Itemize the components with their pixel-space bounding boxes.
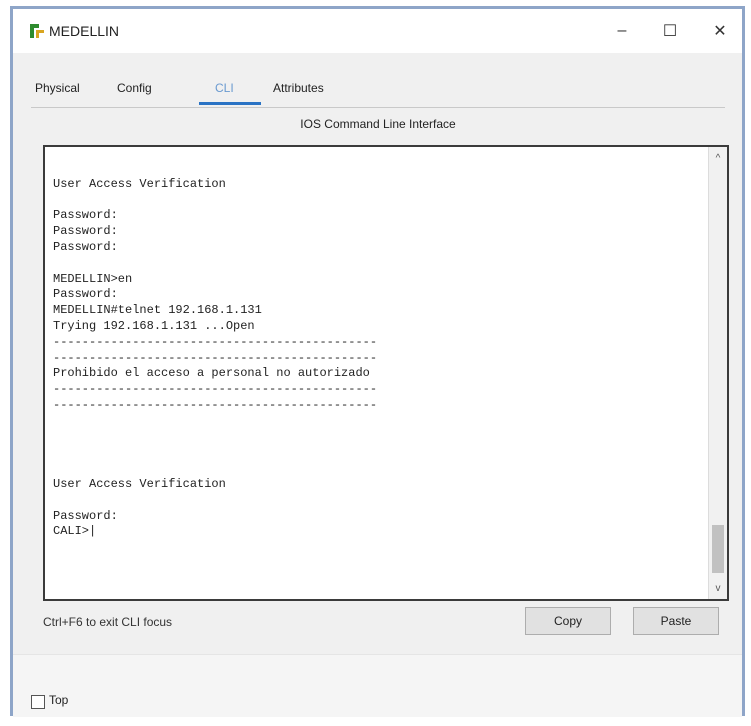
active-tab-indicator bbox=[199, 102, 261, 105]
top-checkbox[interactable] bbox=[31, 695, 45, 709]
terminal-line: User Access Verification bbox=[53, 176, 226, 191]
top-label: Top bbox=[49, 693, 69, 707]
tab-cli[interactable]: CLI bbox=[215, 81, 234, 95]
terminal-line: ----------------------------------------… bbox=[53, 350, 378, 365]
terminal-line: User Access Verification bbox=[53, 476, 226, 491]
paste-button[interactable]: Paste bbox=[633, 607, 719, 635]
cli-header: IOS Command Line Interface bbox=[300, 117, 456, 131]
device-window: MEDELLIN – ☐ ✕ Physical Config CLI Attri… bbox=[10, 6, 745, 717]
packet-tracer-router-icon bbox=[27, 21, 47, 41]
terminal-line: Trying 192.168.1.131 ...Open bbox=[53, 318, 255, 333]
tab-physical[interactable]: Physical bbox=[35, 81, 80, 95]
terminal-line: MEDELLIN#telnet 192.168.1.131 bbox=[53, 303, 262, 318]
tab-config[interactable]: Config bbox=[117, 81, 152, 95]
cli-focus-hint: Ctrl+F6 to exit CLI focus bbox=[43, 615, 173, 629]
terminal-line: MEDELLIN>en bbox=[53, 271, 133, 286]
bottom-bar: Top bbox=[13, 654, 742, 717]
title-bar[interactable]: MEDELLIN – ☐ ✕ bbox=[13, 9, 742, 53]
scroll-thumb[interactable] bbox=[712, 525, 724, 573]
terminal-line: ----------------------------------------… bbox=[53, 334, 378, 349]
terminal-line: Password: bbox=[53, 208, 118, 223]
copy-button[interactable]: Copy bbox=[525, 607, 611, 635]
scroll-up-icon[interactable]: ^ bbox=[709, 149, 727, 167]
terminal-line: ----------------------------------------… bbox=[53, 382, 378, 397]
terminal-line: Password: bbox=[53, 508, 118, 523]
terminal-line: ----------------------------------------… bbox=[53, 397, 378, 412]
cli-terminal[interactable]: User Access Verification Password: Passwo… bbox=[43, 145, 729, 601]
terminal-line: CALI>| bbox=[53, 524, 97, 539]
tab-attributes[interactable]: Attributes bbox=[273, 81, 324, 95]
terminal-line: Password: bbox=[53, 239, 118, 254]
scroll-down-icon[interactable]: v bbox=[709, 579, 727, 597]
window-title: MEDELLIN bbox=[49, 23, 120, 39]
tab-bar: Physical Config CLI Attributes bbox=[33, 75, 343, 105]
minimize-button[interactable]: – bbox=[605, 17, 639, 45]
maximize-button[interactable]: ☐ bbox=[653, 17, 687, 45]
terminal-line: Password: bbox=[53, 224, 118, 239]
terminal-scrollbar[interactable]: ^ v bbox=[708, 147, 727, 599]
terminal-output[interactable]: User Access Verification Password: Passwo… bbox=[53, 161, 697, 540]
close-button[interactable]: ✕ bbox=[703, 17, 737, 45]
terminal-line: Prohibido el acceso a personal no autori… bbox=[53, 366, 370, 381]
terminal-line: Password: bbox=[53, 287, 118, 302]
tab-divider bbox=[31, 107, 725, 108]
